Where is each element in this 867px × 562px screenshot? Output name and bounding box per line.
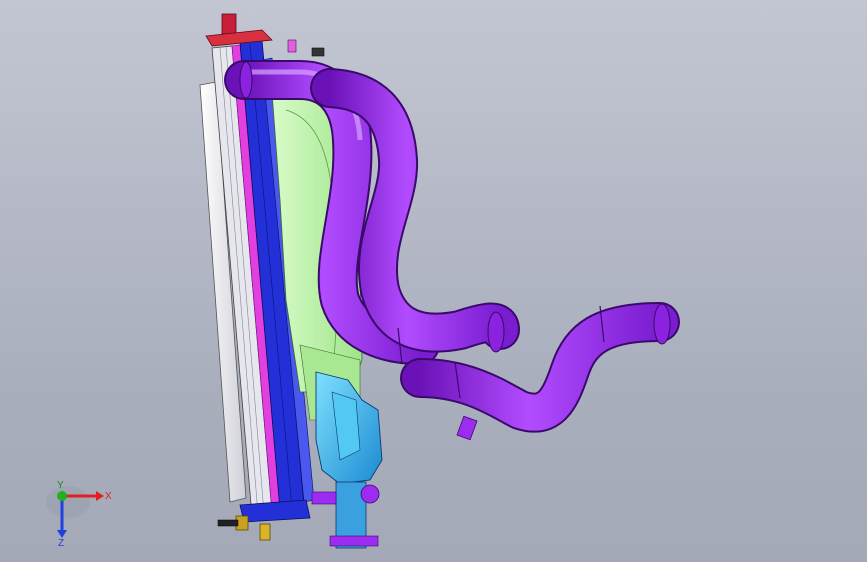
cad-model-scene[interactable]: [0, 0, 867, 562]
x-axis-label: X: [105, 491, 112, 502]
y-axis-label: Y: [57, 480, 64, 491]
3d-viewport[interactable]: X Y Z: [0, 0, 867, 562]
triad-shadow: [46, 486, 90, 518]
y-axis-dot: [57, 491, 67, 501]
z-axis-label: Z: [58, 538, 64, 548]
axis-triad: X Y Z: [46, 480, 112, 548]
overflow-bottle[interactable]: [311, 371, 383, 549]
x-axis-arrow: [96, 491, 104, 501]
z-axis-arrow: [57, 530, 67, 538]
